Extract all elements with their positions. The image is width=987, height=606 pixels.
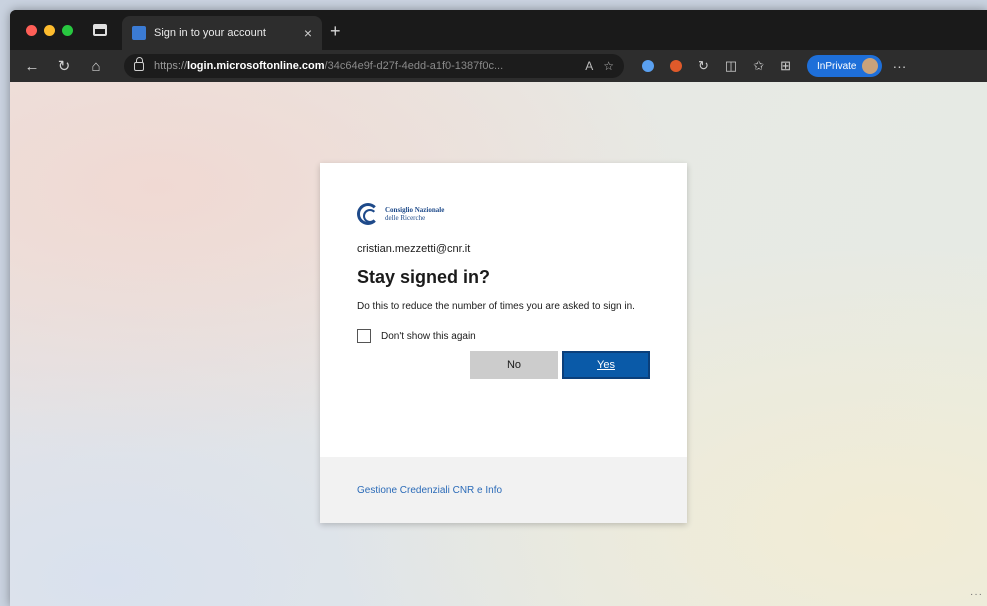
url-host: login.microsoftonline.com xyxy=(187,60,325,72)
back-icon[interactable]: ← xyxy=(20,58,44,75)
dialog-body: Consiglio Nazionale delle Ricerche crist… xyxy=(320,163,687,379)
page-title: Stay signed in? xyxy=(357,267,491,287)
home-icon[interactable]: ⌂ xyxy=(84,58,108,75)
button-row: No Yes xyxy=(357,351,651,379)
dialog-description: Do this to reduce the number of times yo… xyxy=(357,301,635,312)
logo-text: Consiglio Nazionale delle Ricerche xyxy=(385,206,444,222)
sign-in-dialog: Consiglio Nazionale delle Ricerche crist… xyxy=(320,163,687,523)
inprivate-label: InPrivate xyxy=(817,60,857,72)
tab-actions-icon[interactable] xyxy=(93,24,107,36)
extension-red-icon[interactable] xyxy=(670,60,682,72)
status-dots: ··· xyxy=(970,589,983,600)
dont-show-again-label[interactable]: Don't show this again xyxy=(381,331,476,342)
tab-title: Sign in to your account xyxy=(154,27,266,39)
refresh-icon[interactable]: ↻ xyxy=(52,57,76,75)
address-bar[interactable]: https:// login.microsoftonline.com /34c6… xyxy=(124,54,624,78)
new-tab-icon[interactable]: + xyxy=(330,21,341,42)
credentials-info-link[interactable]: Gestione Credenziali CNR e Info xyxy=(357,485,502,496)
dont-show-again-checkbox[interactable] xyxy=(357,329,371,343)
extension-blue-icon[interactable] xyxy=(642,60,654,72)
extension-icons: ↻ ◫ ✩ ⊞ xyxy=(642,58,791,74)
browser-window: Sign in to your account × + ← ↻ ⌂ https:… xyxy=(10,10,987,606)
logo-line-2: delle Ricerche xyxy=(385,214,426,222)
cnr-logo: Consiglio Nazionale delle Ricerche xyxy=(357,199,651,229)
page-content: Consiglio Nazionale delle Ricerche crist… xyxy=(10,82,987,606)
url-path: /34c64e9f-d27f-4edd-a1f0-1387f0c... xyxy=(324,60,504,72)
dialog-footer: Gestione Credenziali CNR e Info xyxy=(320,457,687,523)
no-button[interactable]: No xyxy=(470,351,558,379)
more-icon[interactable]: ··· xyxy=(892,58,906,74)
split-screen-icon[interactable]: ◫ xyxy=(725,58,737,74)
window-controls xyxy=(26,24,73,36)
read-aloud-icon[interactable]: A xyxy=(585,59,593,73)
lock-icon[interactable] xyxy=(134,56,144,71)
dont-show-again-row: Don't show this again xyxy=(357,329,651,343)
minimize-window-icon[interactable] xyxy=(44,24,55,36)
url-scheme: https:// xyxy=(154,60,188,72)
avatar xyxy=(862,58,879,74)
collections-icon[interactable]: ⊞ xyxy=(780,58,791,74)
account-identity: cristian.mezzetti@cnr.it xyxy=(357,243,471,255)
tab-close-icon[interactable]: × xyxy=(304,25,312,41)
tab-strip: Sign in to your account × + xyxy=(10,10,987,50)
tab-sign-in[interactable]: Sign in to your account × xyxy=(122,16,322,50)
address-bar-icons: A ☆ xyxy=(577,59,614,73)
browser-toolbar: ← ↻ ⌂ https:// login.microsoftonline.com… xyxy=(10,50,987,82)
favorites-icon[interactable]: ✩ xyxy=(753,58,764,74)
favicon-icon xyxy=(132,26,146,40)
cnr-logo-icon xyxy=(357,203,379,225)
extension-refresh-icon[interactable]: ↻ xyxy=(698,58,709,74)
favorite-star-icon[interactable]: ☆ xyxy=(603,59,614,73)
maximize-window-icon[interactable] xyxy=(62,24,73,36)
close-window-icon[interactable] xyxy=(26,24,37,36)
logo-line-1: Consiglio Nazionale xyxy=(385,206,445,214)
yes-button[interactable]: Yes xyxy=(562,351,650,379)
inprivate-button[interactable]: InPrivate xyxy=(807,55,883,77)
